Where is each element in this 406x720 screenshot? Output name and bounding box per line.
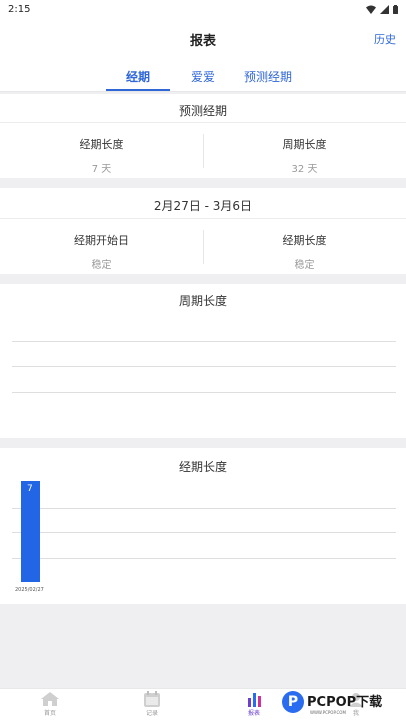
- stat-label: 经期长度: [282, 234, 327, 247]
- period-length-stat: 经期长度 稳定: [203, 232, 406, 271]
- calendar-icon: [144, 691, 160, 707]
- bar-chart-icon: [248, 693, 261, 707]
- tabbar-report[interactable]: 报表: [234, 691, 274, 717]
- stat-value: 稳定: [294, 260, 315, 271]
- tabbar-record[interactable]: 记录: [132, 691, 172, 717]
- predicted-period-title: 预测经期: [178, 104, 227, 118]
- tab-period[interactable]: 经期: [126, 68, 150, 85]
- tab-predicted-period[interactable]: 预测经期: [244, 68, 292, 85]
- home-icon: [41, 692, 59, 706]
- gridline: [12, 366, 396, 367]
- tabbar-label: 报表: [247, 710, 260, 717]
- predicted-cycle-length: 周期长度 32 天: [203, 136, 406, 175]
- gridline: [12, 532, 396, 533]
- stat-label: 经期开始日: [74, 234, 129, 247]
- status-icons: [366, 4, 398, 14]
- period-length-chart-card: 经期长度 7 2025/02/27: [0, 448, 406, 604]
- wifi-icon: [366, 5, 376, 14]
- status-bar: 2:15: [0, 0, 406, 18]
- divider: [0, 218, 406, 219]
- period-start-stat: 经期开始日 稳定: [0, 232, 203, 271]
- pcpop-brand: PCPOP下载: [307, 694, 383, 710]
- signal-icon: [380, 4, 389, 14]
- divider: [0, 122, 406, 123]
- history-link[interactable]: 历史: [374, 31, 396, 47]
- gridline: [12, 508, 396, 509]
- stat-value: 32 天: [291, 164, 318, 175]
- cycle-chart-title: 周期长度: [178, 294, 227, 308]
- stat-value: 稳定: [91, 260, 112, 271]
- predicted-period-length: 经期长度 7 天: [0, 136, 203, 175]
- app-header: 报表 历史: [0, 18, 406, 58]
- tab-intimacy[interactable]: 爱爱: [191, 68, 215, 85]
- x-tick-label: 2025/02/27: [15, 587, 44, 593]
- period-date-range: 2月27日 - 3月6日: [153, 199, 253, 213]
- period-chart-title: 经期长度: [178, 460, 227, 474]
- page-title: 报表: [189, 34, 216, 49]
- gridline: [12, 558, 396, 559]
- battery-icon: [393, 4, 398, 14]
- status-time: 2:15: [8, 3, 31, 15]
- bar-data-label: 7: [27, 484, 33, 494]
- chart-bar: [21, 481, 40, 582]
- tabbar-home[interactable]: 首页: [30, 691, 70, 717]
- tab-bar: 经期 爱爱 预测经期: [0, 58, 406, 92]
- gridline: [12, 392, 396, 393]
- stat-label: 周期长度: [282, 138, 327, 151]
- period-dates-card: 2月27日 - 3月6日 经期开始日 稳定 经期长度 稳定: [0, 188, 406, 274]
- tabbar-label: 记录: [145, 710, 158, 717]
- stat-label: 经期长度: [79, 138, 124, 151]
- pcpop-logo: P: [282, 691, 304, 713]
- gridline: [12, 341, 396, 342]
- stat-value: 7 天: [91, 164, 112, 175]
- cycle-length-chart-card: 周期长度: [0, 284, 406, 438]
- pcpop-url: WWW.PCPOP.COM: [310, 710, 346, 715]
- active-tab-indicator: [106, 89, 170, 91]
- pcpop-watermark: P PCPOP下载 WWW.PCPOP.COM: [282, 684, 406, 720]
- tabbar-label: 首页: [43, 710, 56, 717]
- predicted-period-card: 预测经期 经期长度 7 天 周期长度 32 天: [0, 94, 406, 178]
